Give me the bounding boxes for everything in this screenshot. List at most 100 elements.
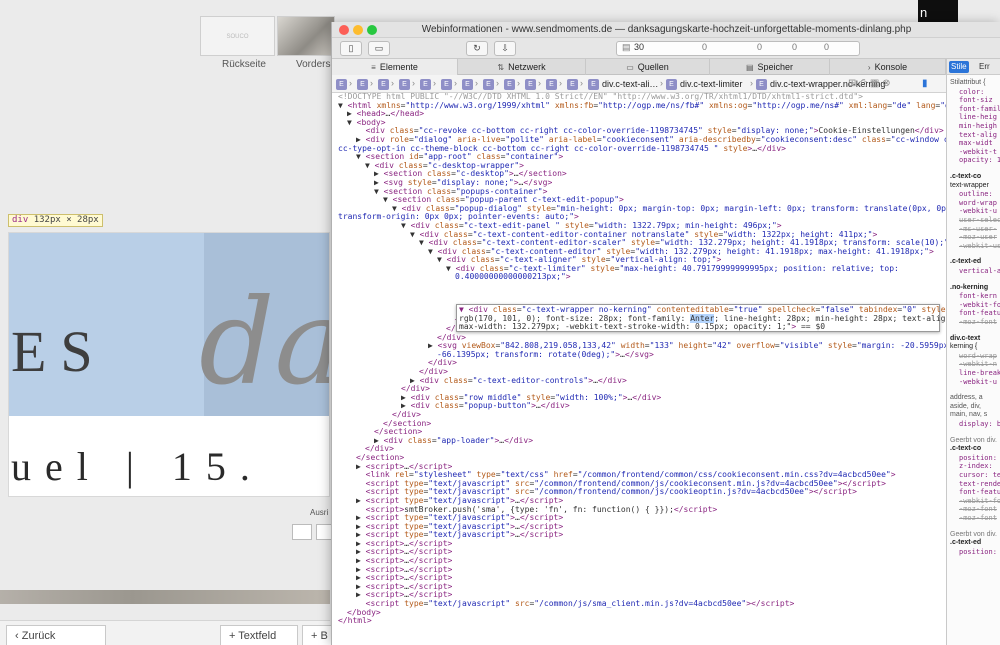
element-icon[interactable]: E bbox=[378, 79, 389, 90]
style-rule: -moz-font bbox=[959, 514, 997, 522]
download-icon[interactable]: ⇩ bbox=[494, 41, 516, 56]
photo-strip bbox=[0, 590, 330, 604]
element-icon[interactable]: E bbox=[441, 79, 452, 90]
element-icon[interactable]: E bbox=[357, 79, 368, 90]
edit-line[interactable]: max-width: 132.279px; -webkit-text-strok… bbox=[459, 322, 937, 332]
layout-icons[interactable]: ⊞ ⎙ ▦ ⊗ bbox=[848, 78, 891, 89]
style-rule: opacity: 1 bbox=[959, 156, 1000, 165]
dom-tree[interactable]: <!DOCTYPE html PUBLIC "-//W3C//DTD XHTML… bbox=[332, 93, 946, 645]
element-icon[interactable]: E bbox=[588, 79, 599, 90]
element-icon[interactable]: E bbox=[666, 79, 677, 90]
info-count[interactable]: 0 bbox=[824, 42, 829, 52]
element-icon[interactable]: E bbox=[525, 79, 536, 90]
style-rule: color: bbox=[959, 87, 985, 96]
tab-console[interactable]: › Konsole bbox=[830, 59, 946, 75]
dom-line[interactable]: ▼ <html xmlns="http://www.w3.org/1999/xh… bbox=[332, 101, 946, 111]
zoom-window-icon[interactable] bbox=[367, 25, 377, 35]
dom-lines[interactable]: <!DOCTYPE html PUBLIC "-//W3C//DTD XHTML… bbox=[332, 93, 946, 626]
style-selector: text-wrapper bbox=[950, 181, 989, 189]
dock-side-icon[interactable]: ▯ bbox=[340, 41, 362, 56]
dom-line[interactable]: </html> bbox=[332, 616, 946, 626]
thumbnail-front[interactable] bbox=[277, 16, 335, 56]
tab-storage[interactable]: ▤ Speicher bbox=[710, 59, 830, 75]
card-script-text[interactable]: da bbox=[199, 273, 329, 411]
element-icon[interactable]: E bbox=[546, 79, 557, 90]
style-rule: font-kern bbox=[959, 292, 997, 301]
element-icon[interactable]: E bbox=[399, 79, 410, 90]
style-rule: text-rende bbox=[959, 479, 1000, 488]
breadcrumb-item-limiter[interactable]: div.c-text-limiter bbox=[680, 79, 742, 89]
close-window-icon[interactable] bbox=[339, 25, 349, 35]
element-icon[interactable]: E bbox=[756, 79, 767, 90]
attribute-edit-box[interactable]: ▼ <div class="c-text-wrapper no-kerning"… bbox=[456, 304, 946, 332]
element-icon[interactable]: E bbox=[567, 79, 578, 90]
tab-elements[interactable]: ≡ Elemente bbox=[332, 59, 458, 75]
dom-line[interactable]: ▼ <div class="c-text-limiter" style="max… bbox=[332, 264, 946, 274]
tab-errors[interactable]: Err bbox=[977, 61, 992, 73]
tab-label: Elemente bbox=[379, 62, 418, 72]
style-rule: outline: bbox=[959, 190, 993, 199]
breadcrumb: E › E › E › E › E › E › E › E › E › E › E › E › E di… bbox=[332, 75, 946, 93]
bottom-bar: ‹ Zurück + Textfeld + B bbox=[0, 620, 332, 645]
style-selector: div.c-text bbox=[950, 334, 981, 342]
reload-icon[interactable]: ↻ bbox=[466, 41, 488, 56]
style-rule: font-featu bbox=[959, 488, 1000, 497]
network-icon: ⇅ bbox=[497, 63, 505, 72]
plus-icon: + bbox=[229, 630, 239, 642]
dom-line[interactable]: </section> bbox=[332, 419, 946, 429]
dock-bottom-icon[interactable]: ▭ bbox=[368, 41, 390, 56]
dom-line[interactable]: </div> bbox=[332, 445, 946, 454]
inherited-label: Geerbt von div. bbox=[950, 530, 997, 538]
style-rule: -webkit-fo bbox=[959, 300, 1000, 309]
card-canvas[interactable]: ES da uel | 15. bbox=[8, 232, 330, 497]
style-rule: -webkit-us bbox=[959, 241, 1000, 250]
tab-sources[interactable]: ▭ Quellen bbox=[586, 59, 710, 75]
logs-count[interactable]: 0 bbox=[792, 42, 797, 52]
element-icon[interactable]: E bbox=[462, 79, 473, 90]
element-icon[interactable]: E bbox=[504, 79, 515, 90]
dom-line[interactable]: </body> bbox=[332, 608, 946, 618]
dom-line[interactable]: -66.1395px; transform: rotate(0deg);">…<… bbox=[332, 350, 946, 360]
element-icon[interactable]: E bbox=[336, 79, 347, 90]
dom-line[interactable]: ▶ <head>…</head> bbox=[332, 109, 946, 119]
dom-line[interactable]: ▶ <div class="app-loader">…</div> bbox=[332, 436, 946, 446]
tab-network[interactable]: ⇅ Netzwerk bbox=[458, 59, 586, 75]
image-label: B bbox=[320, 630, 328, 642]
style-rule: cursor: te bbox=[959, 471, 1000, 479]
dom-line[interactable] bbox=[332, 282, 946, 291]
element-icon[interactable]: E bbox=[420, 79, 431, 90]
style-rule: -webkit-t bbox=[959, 147, 997, 156]
align-left-button[interactable] bbox=[292, 524, 312, 540]
storage-icon: ▤ bbox=[745, 63, 754, 72]
web-inspector-window: Webinformationen - www.sendmoments.de — … bbox=[331, 22, 1000, 645]
textfield-label: Textfeld bbox=[238, 630, 277, 642]
style-selector: kerning { bbox=[950, 343, 978, 351]
thumbnail-back[interactable]: SOUCO bbox=[200, 16, 275, 56]
back-button[interactable]: ‹ Zurück bbox=[6, 625, 106, 645]
element-icon[interactable]: E bbox=[483, 79, 494, 90]
breadcrumb-item-aligner[interactable]: div.c-text-ali… bbox=[602, 79, 658, 89]
style-rule: word-wrap bbox=[959, 198, 997, 207]
inherited-label: Geerbt von div. bbox=[950, 436, 997, 444]
dom-line[interactable] bbox=[332, 291, 946, 300]
tab-styles[interactable]: Stile bbox=[949, 61, 969, 73]
add-textfield-button[interactable]: + Textfeld bbox=[220, 625, 298, 645]
style-selector: address, a bbox=[950, 394, 983, 402]
style-selector: aside, div, bbox=[950, 402, 981, 410]
style-rule: max-widt bbox=[959, 139, 993, 148]
dom-line[interactable]: 0.40000000000000213px;"> bbox=[332, 273, 946, 282]
warnings-count[interactable]: 0 bbox=[757, 42, 762, 52]
dom-line[interactable]: <script type="text/javascript" src="/com… bbox=[332, 599, 946, 609]
style-rule: font-famil bbox=[959, 104, 1000, 113]
dom-line[interactable]: ▶ <div class="popup-button">…</div> bbox=[332, 402, 946, 411]
back-label: Zurück bbox=[21, 630, 56, 642]
style-rule: word-wrap bbox=[959, 351, 997, 360]
errors-count[interactable]: 0 bbox=[702, 42, 707, 52]
style-rule: position: bbox=[959, 453, 997, 462]
minimize-window-icon[interactable] bbox=[353, 25, 363, 35]
style-selector: .no-kerning bbox=[950, 283, 989, 291]
style-rule: vertical-a bbox=[959, 267, 1000, 275]
sidebar-toggle-icon[interactable]: ▮ bbox=[922, 78, 928, 89]
add-image-button[interactable]: + B bbox=[302, 625, 332, 645]
style-selector: .c-text-ed bbox=[950, 258, 982, 266]
